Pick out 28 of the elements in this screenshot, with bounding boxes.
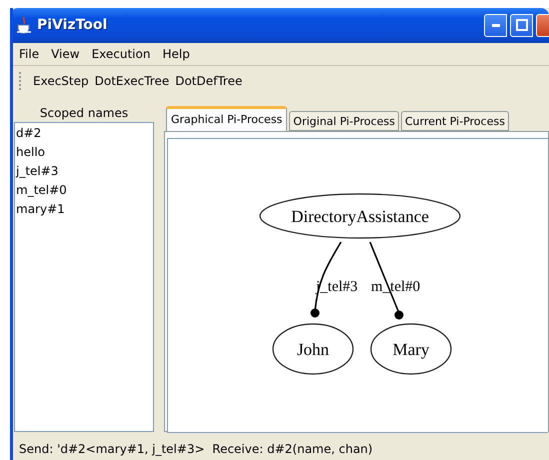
close-button[interactable] bbox=[536, 14, 549, 37]
coffee-cup-icon bbox=[16, 16, 32, 34]
menu-item[interactable]: Help bbox=[162, 46, 190, 61]
node-label: Mary bbox=[392, 340, 430, 359]
status-text: Send: 'd#2<mary#1, j_tel#3> Receive: d#2(name, chan) bbox=[19, 442, 373, 456]
node-label: DirectoryAssistance bbox=[291, 206, 429, 226]
maximize-button[interactable] bbox=[510, 14, 533, 37]
menu-item[interactable]: Execution bbox=[92, 46, 150, 61]
list-item[interactable]: j_tel#3 bbox=[15, 162, 153, 181]
maximize-icon bbox=[516, 19, 528, 32]
panel-title: Scoped names bbox=[38, 104, 130, 122]
minimize-button[interactable] bbox=[484, 14, 507, 37]
window-title: PiVizTool bbox=[37, 17, 108, 34]
node-label: John bbox=[296, 340, 330, 359]
toolbar-grip[interactable] bbox=[19, 72, 23, 90]
list-item[interactable]: mary#1 bbox=[15, 200, 153, 219]
tab[interactable]: Original Pi-Process bbox=[289, 110, 399, 131]
toolbar-button[interactable]: DotDefTree bbox=[175, 74, 242, 88]
minimize-icon bbox=[492, 24, 500, 27]
list-item[interactable]: hello bbox=[15, 142, 153, 162]
tab[interactable]: Current Pi-Process bbox=[400, 110, 509, 131]
toolbar-button[interactable]: DotExecTree bbox=[94, 74, 170, 88]
tab[interactable]: Graphical Pi-Process bbox=[166, 106, 288, 132]
toolbar-button[interactable]: ExecStep bbox=[33, 74, 89, 88]
list-item[interactable]: m_tel#0 bbox=[15, 180, 153, 200]
list-item[interactable]: d#2 bbox=[15, 124, 153, 143]
menu-item[interactable]: View bbox=[51, 46, 80, 61]
menu-item[interactable]: File bbox=[19, 46, 40, 61]
